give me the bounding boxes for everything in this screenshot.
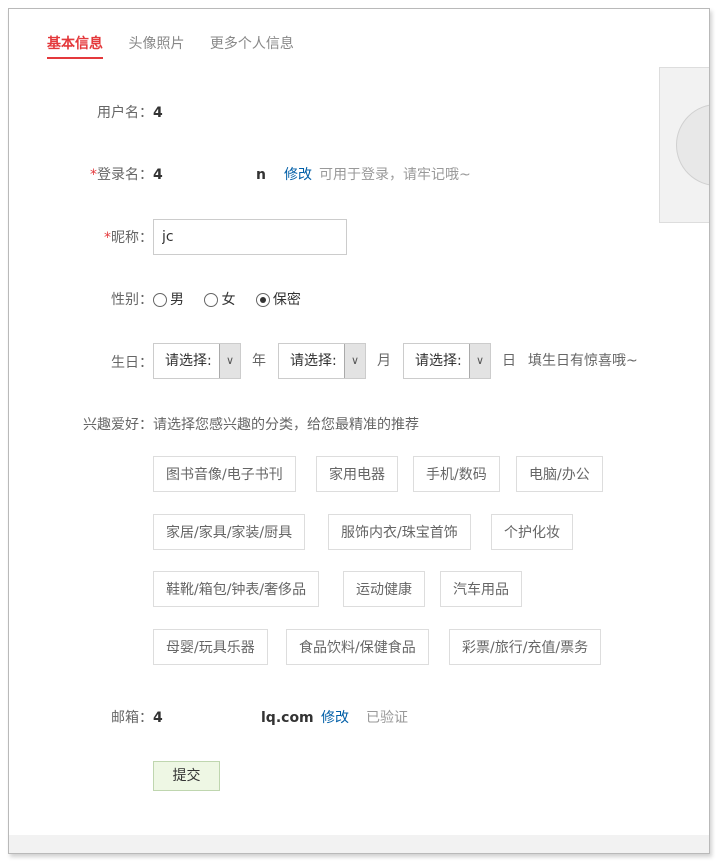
loginname-label: *登录名： bbox=[90, 155, 153, 195]
interests-row: 兴趣爱好： 请选择您感兴趣的分类，给您最精准的推荐 bbox=[9, 405, 709, 445]
gender-radio-male[interactable]: 男 bbox=[153, 280, 184, 320]
birthday-row: 生日： 请选择: ∨ 年 请选择: ∨ 月 请选择: ∨ 日 填生日有惊喜哦~ bbox=[9, 340, 709, 380]
birthday-hint: 填生日有惊喜哦~ bbox=[528, 353, 638, 369]
interest-category[interactable]: 家居/家具/家装/厨具 bbox=[153, 514, 306, 550]
year-unit: 年 bbox=[252, 353, 266, 369]
email-value-end: lq.com bbox=[261, 710, 314, 726]
tab-avatar-photo[interactable]: 头像照片 bbox=[128, 33, 184, 57]
avatar-panel[interactable] bbox=[659, 67, 709, 223]
gender-radio-group: 男 女 保密 bbox=[153, 280, 317, 320]
interest-category[interactable]: 汽车用品 bbox=[440, 571, 522, 607]
gender-row: 性别： 男 女 保密 bbox=[9, 280, 709, 320]
chevron-down-icon[interactable]: ∨ bbox=[469, 344, 490, 378]
month-unit: 月 bbox=[377, 353, 391, 369]
gender-option-label: 女 bbox=[221, 292, 236, 308]
nickname-label: *昵称： bbox=[104, 218, 153, 258]
nickname-row: *昵称： bbox=[9, 218, 709, 258]
birthday-label: 生日： bbox=[111, 355, 153, 371]
email-edit-link[interactable]: 修改 bbox=[321, 698, 349, 738]
email-label: 邮箱： bbox=[111, 710, 153, 726]
birthday-month-select[interactable]: 请选择: ∨ bbox=[278, 343, 366, 379]
select-value: 请选择: bbox=[290, 353, 337, 369]
tab-more-info[interactable]: 更多个人信息 bbox=[210, 33, 294, 57]
bottom-divider bbox=[9, 835, 709, 853]
email-row: 邮箱： 4 lq.com 修改 已验证 bbox=[9, 698, 709, 738]
interest-category[interactable]: 电脑/办公 bbox=[516, 456, 603, 492]
username-row: 用户名： 4 bbox=[9, 93, 709, 133]
nickname-label-text: 昵称： bbox=[111, 230, 153, 246]
interests-hint: 请选择您感兴趣的分类，给您最精准的推荐 bbox=[153, 417, 419, 433]
email-verified-status: 已验证 bbox=[366, 710, 408, 726]
day-unit: 日 bbox=[502, 353, 516, 369]
gender-option-label: 保密 bbox=[272, 292, 301, 308]
loginname-value-end: n bbox=[256, 167, 266, 183]
profile-panel: 基本信息 头像照片 更多个人信息 用户名： 4 *登录名： 4 n 修改 可用于… bbox=[8, 8, 710, 854]
required-mark: * bbox=[90, 167, 97, 183]
loginname-row: *登录名： 4 n 修改 可用于登录，请牢记哦~ bbox=[9, 155, 709, 195]
radio-circle[interactable] bbox=[204, 293, 219, 307]
chevron-down-icon[interactable]: ∨ bbox=[344, 344, 365, 378]
interest-category[interactable]: 鞋靴/箱包/钟表/奢侈品 bbox=[153, 571, 320, 607]
gender-radio-female[interactable]: 女 bbox=[204, 280, 235, 320]
email-value-start: 4 bbox=[153, 710, 163, 726]
nickname-input[interactable] bbox=[153, 219, 347, 255]
loginname-label-text: 登录名： bbox=[97, 167, 153, 183]
profile-tabs: 基本信息 头像照片 更多个人信息 bbox=[47, 33, 315, 59]
interest-category[interactable]: 手机/数码 bbox=[413, 456, 500, 492]
tab-basic-info[interactable]: 基本信息 bbox=[47, 33, 103, 59]
radio-circle[interactable] bbox=[153, 293, 167, 307]
interest-category[interactable]: 家用电器 bbox=[316, 456, 398, 492]
birthday-year-select[interactable]: 请选择: ∨ bbox=[153, 343, 241, 379]
interest-category[interactable]: 图书音像/电子书刊 bbox=[153, 456, 296, 492]
required-mark: * bbox=[104, 230, 111, 246]
chevron-down-icon[interactable]: ∨ bbox=[219, 344, 240, 378]
gender-option-label: 男 bbox=[170, 292, 184, 308]
submit-button[interactable]: 提交 bbox=[153, 761, 220, 791]
radio-circle-checked[interactable] bbox=[255, 293, 270, 307]
interest-category[interactable]: 彩票/旅行/充值/票务 bbox=[449, 629, 602, 665]
interest-category[interactable]: 母婴/玩具乐器 bbox=[153, 629, 268, 665]
interest-category[interactable]: 运动健康 bbox=[343, 571, 425, 607]
birthday-day-select[interactable]: 请选择: ∨ bbox=[403, 343, 491, 379]
interests-label: 兴趣爱好： bbox=[83, 417, 153, 433]
loginname-edit-link[interactable]: 修改 bbox=[284, 155, 312, 195]
username-label: 用户名： bbox=[97, 105, 153, 121]
interest-category[interactable]: 个护化妆 bbox=[491, 514, 573, 550]
username-value: 4 bbox=[153, 105, 163, 121]
interest-category[interactable]: 服饰内衣/珠宝首饰 bbox=[328, 514, 471, 550]
interest-category[interactable]: 食品饮料/保健食品 bbox=[286, 629, 429, 665]
select-value: 请选择: bbox=[415, 353, 462, 369]
loginname-hint: 可用于登录，请牢记哦~ bbox=[319, 167, 471, 183]
select-value: 请选择: bbox=[165, 353, 212, 369]
gender-label: 性别： bbox=[111, 292, 153, 308]
gender-radio-secret[interactable]: 保密 bbox=[255, 280, 301, 320]
loginname-value-start: 4 bbox=[153, 167, 163, 183]
